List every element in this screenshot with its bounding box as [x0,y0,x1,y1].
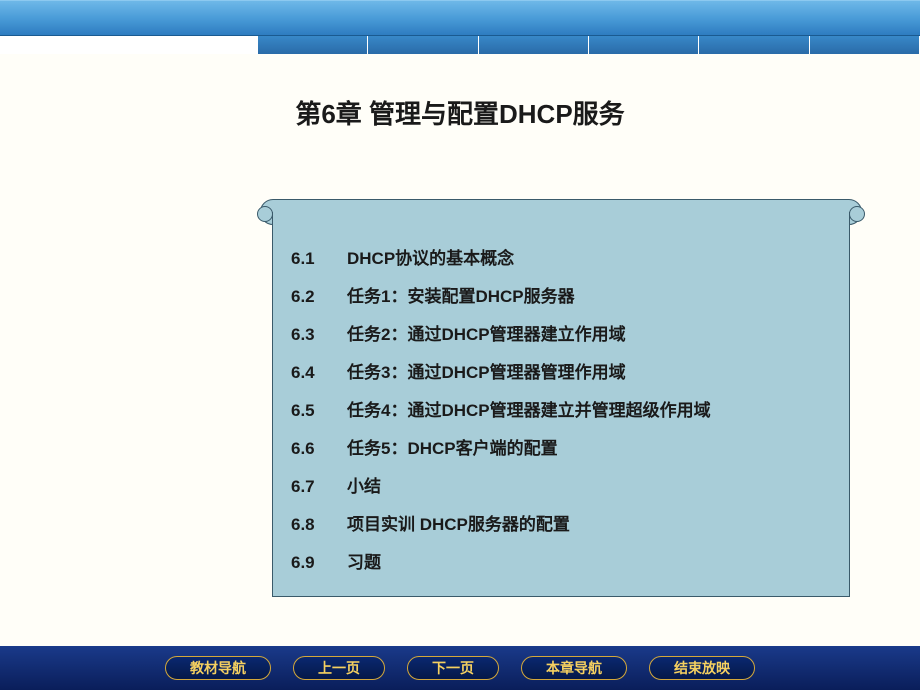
toc-number: 6.9 [291,544,347,582]
toc-item-6-7[interactable]: 6.7 小结 [291,468,831,506]
header-segment [810,36,919,54]
toc-number: 6.1 [291,240,347,278]
toc-item-6-1[interactable]: 6.1 DHCP协议的基本概念 [291,240,831,278]
toc-text: 任务5：DHCP客户端的配置 [347,430,558,468]
toc-number: 6.5 [291,392,347,430]
toc-number: 6.6 [291,430,347,468]
next-page-button[interactable]: 下一页 [407,656,499,680]
header-segment [479,36,588,54]
toc-number: 6.2 [291,278,347,316]
toc-number: 6.7 [291,468,347,506]
chapter-nav-button[interactable]: 本章导航 [521,656,627,680]
end-slideshow-button[interactable]: 结束放映 [649,656,755,680]
header-segment [368,36,477,54]
toc-text: 任务3：通过DHCP管理器管理作用域 [347,354,626,392]
toc-text: 小结 [347,468,381,506]
toc-item-6-6[interactable]: 6.6 任务5：DHCP客户端的配置 [291,430,831,468]
toc-item-6-9[interactable]: 6.9 习题 [291,544,831,582]
textbook-nav-button[interactable]: 教材导航 [165,656,271,680]
toc-list: 6.1 DHCP协议的基本概念 6.2 任务1：安装配置DHCP服务器 6.3 … [291,240,831,582]
toc-number: 6.4 [291,354,347,392]
header-segment [589,36,698,54]
toc-text: 习题 [347,544,381,582]
toc-item-6-8[interactable]: 6.8 项目实训 DHCP服务器的配置 [291,506,831,544]
toc-item-6-2[interactable]: 6.2 任务1：安装配置DHCP服务器 [291,278,831,316]
header-segment [258,36,367,54]
toc-item-6-3[interactable]: 6.3 任务2：通过DHCP管理器建立作用域 [291,316,831,354]
header-bar [0,0,920,36]
chapter-title: 第6章 管理与配置DHCP服务 [0,94,920,131]
toc-number: 6.3 [291,316,347,354]
header-segments [258,36,920,54]
toc-text: 任务1：安装配置DHCP服务器 [347,278,575,316]
prev-page-button[interactable]: 上一页 [293,656,385,680]
toc-body: 6.1 DHCP协议的基本概念 6.2 任务1：安装配置DHCP服务器 6.3 … [272,212,850,597]
toc-text: 任务2：通过DHCP管理器建立作用域 [347,316,626,354]
toc-text: 任务4：通过DHCP管理器建立并管理超级作用域 [347,392,711,430]
toc-number: 6.8 [291,506,347,544]
header-left-blank [0,36,258,54]
bottom-nav-bar: 教材导航 上一页 下一页 本章导航 结束放映 [0,646,920,690]
toc-panel: 6.1 DHCP协议的基本概念 6.2 任务1：安装配置DHCP服务器 6.3 … [252,199,870,597]
header-segment [699,36,808,54]
toc-text: DHCP协议的基本概念 [347,240,514,278]
content-area: 第6章 管理与配置DHCP服务 6.1 DHCP协议的基本概念 6.2 任务1：… [0,54,920,646]
toc-text: 项目实训 DHCP服务器的配置 [347,506,570,544]
toc-item-6-4[interactable]: 6.4 任务3：通过DHCP管理器管理作用域 [291,354,831,392]
toc-item-6-5[interactable]: 6.5 任务4：通过DHCP管理器建立并管理超级作用域 [291,392,831,430]
